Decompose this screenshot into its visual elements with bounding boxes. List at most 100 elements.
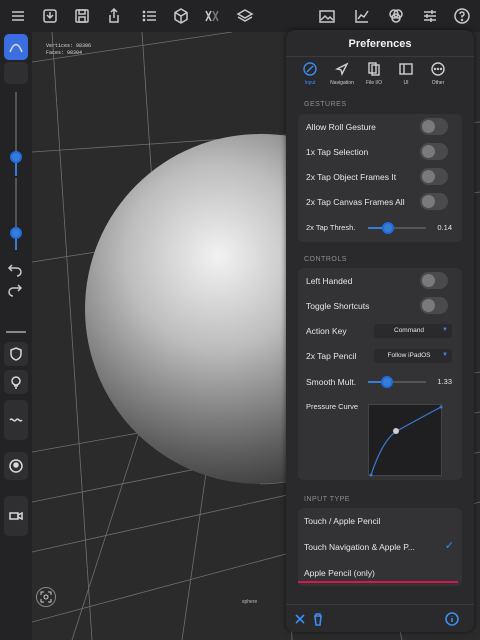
tap-thresh-label: 2x Tap Thresh. [306, 223, 356, 232]
navigation-icon [335, 62, 349, 76]
save-icon[interactable] [72, 6, 92, 26]
light-button[interactable] [4, 370, 28, 394]
toggle-knob [422, 120, 435, 133]
input-type-option-label: Touch Navigation & Apple P... [304, 542, 415, 552]
tap-object-frames-row: 2x Tap Object Frames It [298, 164, 462, 189]
tab-other[interactable]: Other [422, 62, 454, 92]
sidebar-divider [6, 331, 26, 333]
share-icon[interactable] [104, 6, 124, 26]
title-divider [286, 56, 474, 57]
toggle-knob [422, 195, 435, 208]
pressure-curve-graph [369, 405, 443, 477]
tap-selection-row: 1x Tap Selection [298, 139, 462, 164]
ui-icon [399, 63, 413, 75]
tab-ui[interactable]: UI [390, 62, 422, 92]
input-type-option[interactable]: Touch / Apple Pencil [298, 508, 462, 534]
pressure-curve-label: Pressure Curve [306, 402, 359, 411]
size-slider-handle[interactable] [10, 151, 22, 163]
trash-icon [314, 613, 322, 626]
smooth-mult-slider-handle[interactable] [381, 376, 393, 388]
tab-navigation[interactable]: Navigation [326, 62, 358, 92]
vertices-count: Vertices: 98306 [46, 43, 92, 49]
preferences-panel: Preferences Input Navigation File I/O UI… [286, 30, 474, 632]
delete-button[interactable] [310, 611, 326, 627]
frame-button[interactable] [36, 587, 56, 607]
allow-roll-label: Allow Roll Gesture [306, 122, 376, 132]
tap-thresh-slider[interactable] [368, 222, 426, 234]
tab-input-label: Input [304, 80, 316, 86]
matcap-icon [9, 459, 23, 473]
pressure-curve-editor[interactable] [368, 404, 443, 477]
redo-icon[interactable] [6, 280, 24, 298]
curve-control-point[interactable] [393, 428, 399, 434]
shield-button[interactable] [4, 342, 28, 366]
image-icon[interactable] [317, 6, 337, 26]
stroke-button[interactable] [4, 400, 28, 440]
preferences-title: Preferences [348, 38, 412, 50]
color-circles-icon[interactable] [386, 6, 406, 26]
left-handed-toggle[interactable] [420, 272, 448, 289]
shield-icon [10, 347, 22, 361]
controls-heading: CONTROLS [304, 256, 347, 263]
menu-icon[interactable] [8, 6, 28, 26]
tap-pencil-row: 2x Tap Pencil Follow iPadOS ▼ [298, 343, 462, 368]
action-key-dropdown[interactable]: Command ▼ [374, 324, 452, 338]
smooth-mult-row: Smooth Mult. 1.33 [298, 369, 462, 394]
gestures-group: Allow Roll Gesture 1x Tap Selection 2x T… [298, 114, 462, 242]
tab-navigation-label: Navigation [330, 80, 354, 86]
info-button[interactable] [444, 611, 460, 627]
action-key-value: Command [394, 327, 424, 334]
undo-icon[interactable] [6, 260, 24, 278]
tap-pencil-label: 2x Tap Pencil [306, 351, 357, 361]
input-type-option-label: Touch / Apple Pencil [304, 516, 381, 526]
tap-object-frames-toggle[interactable] [420, 168, 448, 185]
smooth-mult-slider[interactable] [368, 376, 426, 388]
gestures-heading: GESTURES [304, 101, 347, 108]
tap-canvas-frames-toggle[interactable] [420, 193, 448, 210]
toggle-shortcuts-toggle[interactable] [420, 297, 448, 314]
tap-selection-toggle[interactable] [420, 143, 448, 160]
intensity-slider-handle[interactable] [10, 227, 22, 239]
help-icon[interactable] [452, 6, 472, 26]
checkmark-icon: ✓ [444, 540, 454, 552]
tab-input[interactable]: Input [294, 62, 326, 92]
graph-icon[interactable] [352, 6, 372, 26]
size-slider-track[interactable] [15, 92, 17, 156]
stroke-icon [9, 418, 23, 422]
close-button[interactable] [292, 611, 308, 627]
pressure-curve-row: Pressure Curve [298, 394, 462, 480]
settings-sliders-icon[interactable] [420, 6, 440, 26]
layers-icon[interactable] [235, 6, 255, 26]
smooth-mult-value: 1.33 [437, 377, 452, 386]
tab-other-label: Other [431, 80, 445, 86]
tap-thresh-slider-handle[interactable] [382, 222, 394, 234]
brush-slot-button[interactable] [4, 62, 28, 84]
tap-pencil-dropdown[interactable]: Follow iPadOS ▼ [374, 349, 452, 363]
mesh-stats: Vertices: 98306 Faces: 98304 [46, 43, 91, 57]
camera-button[interactable] [4, 496, 28, 536]
tap-canvas-frames-label: 2x Tap Canvas Frames All [306, 197, 405, 207]
tab-file-io-label: File I/O [365, 80, 383, 86]
brush-standard-button[interactable] [4, 34, 28, 60]
info-icon [445, 612, 459, 626]
intensity-slider-track[interactable] [15, 178, 17, 230]
left-handed-label: Left Handed [306, 276, 353, 286]
cube-icon[interactable] [171, 6, 191, 26]
app-window: Vertices: 98306 Faces: 98304 sphere Pref… [0, 0, 480, 640]
tab-ui-label: UI [403, 80, 409, 86]
toggle-shortcuts-label: Toggle Shortcuts [306, 301, 370, 311]
chevron-down-icon: ▼ [442, 327, 448, 333]
tab-file-io[interactable]: File I/O [358, 62, 390, 92]
input-type-option-selected[interactable]: Touch Navigation & Apple P... ✓ [298, 534, 462, 560]
bulb-icon [11, 376, 21, 389]
allow-roll-toggle[interactable] [420, 118, 448, 135]
controls-group: Left Handed Toggle Shortcuts Action Key … [298, 268, 462, 480]
symmetry-icon[interactable] [202, 6, 222, 26]
toggle-shortcuts-row: Toggle Shortcuts [298, 293, 462, 318]
input-type-group: Touch / Apple Pencil Touch Navigation & … [298, 508, 462, 586]
selection-underline [298, 581, 458, 583]
tap-object-frames-label: 2x Tap Object Frames It [306, 172, 397, 182]
matcap-button[interactable] [4, 452, 28, 480]
list-icon[interactable] [140, 6, 160, 26]
import-icon[interactable] [40, 6, 60, 26]
